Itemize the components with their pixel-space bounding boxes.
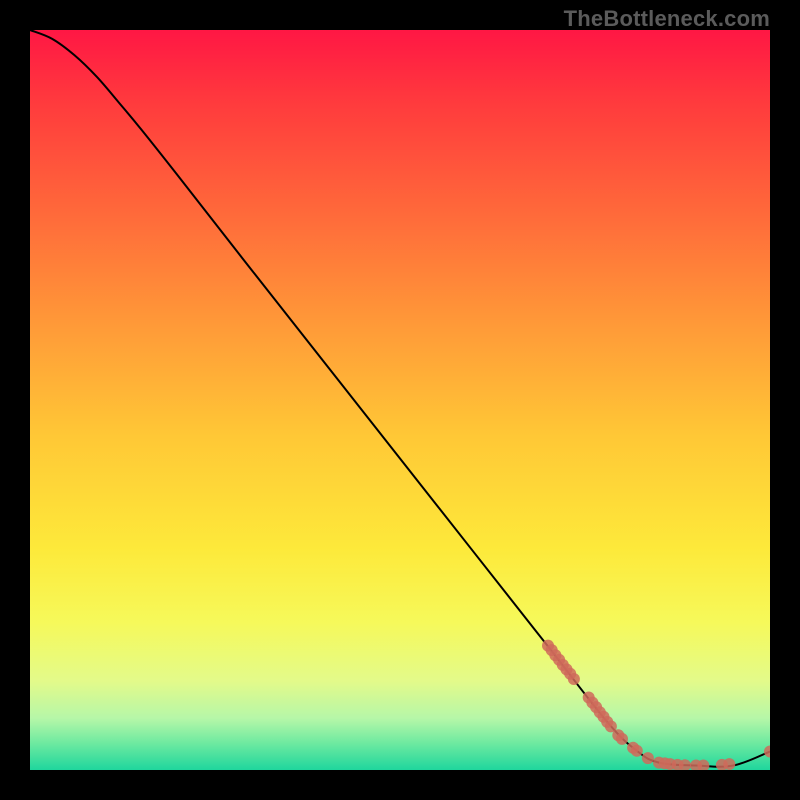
chart-svg — [30, 30, 770, 770]
gradient-background — [30, 30, 770, 770]
data-marker — [616, 733, 628, 745]
data-marker — [723, 758, 735, 770]
plot-area — [30, 30, 770, 770]
data-marker — [568, 673, 580, 685]
data-marker — [631, 745, 643, 757]
data-marker — [642, 752, 654, 764]
chart-frame: TheBottleneck.com — [0, 0, 800, 800]
watermark-text: TheBottleneck.com — [564, 6, 770, 32]
